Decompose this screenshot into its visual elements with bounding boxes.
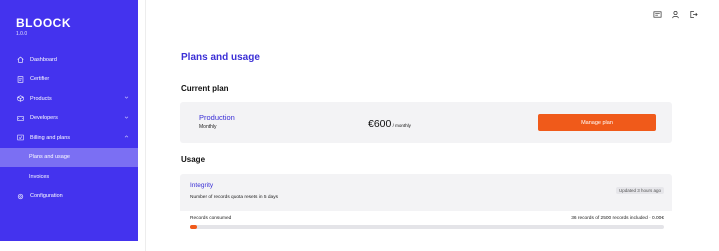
chevron-down-icon [124,95,130,101]
price-amount: €600 [368,118,392,130]
usage-card: Integrity Number of records quota resets… [180,174,672,236]
manage-plan-button[interactable]: Manage plan [538,114,656,131]
sidebar-item-label: Dashboard [30,56,57,63]
sidebar-item-plans-and-usage[interactable]: Plans and usage [0,147,138,167]
sidebar-item-label: Products [30,95,52,102]
current-plan-heading: Current plan [181,84,229,93]
usage-progress-bar [190,225,664,229]
sidebar-item-label: Configuration [30,193,63,200]
products-icon [16,95,24,103]
chevron-down-icon [124,115,130,121]
sidebar-item-label: Developers [30,115,58,122]
sidebar-item-certifier[interactable]: Certifier [0,70,138,90]
sidebar-item-configuration[interactable]: Configuration [0,187,138,207]
card-icon[interactable] [653,10,662,19]
page-title: Plans and usage [181,52,260,63]
sidebar-item-label: Invoices [29,173,50,180]
sidebar-item-invoices[interactable]: Invoices [0,167,138,187]
divider [145,0,146,251]
sidebar-item-products[interactable]: Products [0,89,138,109]
sidebar-item-label: Certifier [30,76,50,83]
usage-heading: Usage [181,155,206,164]
usage-description: Number of records quota resets in 5 days [190,195,278,200]
plan-price: €600 / monthly [368,118,411,130]
records-value: 36 records of 2500 records included · 0.… [571,216,664,221]
logout-icon[interactable] [689,10,698,19]
brand: BLOOCK 1.0.0 [16,16,71,37]
sidebar-nav: Dashboard Certifier Products Developers … [0,50,138,206]
sidebar-item-developers[interactable]: Developers [0,109,138,129]
usage-progress-fill [190,225,197,229]
sidebar-item-label: Plans and usage [29,154,70,161]
header-actions [653,10,698,19]
usage-product-name: Integrity [190,182,214,189]
sidebar-item-billing[interactable]: Billing and plans [0,128,138,148]
app-version: 1.0.0 [16,31,28,37]
home-icon [16,56,24,64]
brand-logo[interactable]: BLOOCK [16,16,71,30]
chevron-up-icon [124,134,130,140]
gear-icon [16,192,24,200]
plan-period: Monthly [199,124,217,130]
plan-card: Production Monthly €600 / monthly Manage… [180,102,672,143]
sidebar-item-label: Billing and plans [30,134,71,141]
usage-records-panel: Records consumed 36 records of 2500 reco… [180,211,672,236]
app-window: BLOOCK 1.0.0 Dashboard Certifier Product… [0,0,719,251]
sidebar: BLOOCK 1.0.0 Dashboard Certifier Product… [0,0,138,241]
user-icon[interactable] [671,10,680,19]
billing-icon [16,134,24,142]
plan-name: Production [199,113,235,122]
updated-badge: Updated 3 hours ago [615,187,664,194]
certificate-icon [16,75,24,83]
sidebar-item-dashboard[interactable]: Dashboard [0,50,138,70]
records-label: Records consumed [190,216,232,221]
code-icon [16,114,24,122]
price-unit: / monthly [391,123,411,128]
